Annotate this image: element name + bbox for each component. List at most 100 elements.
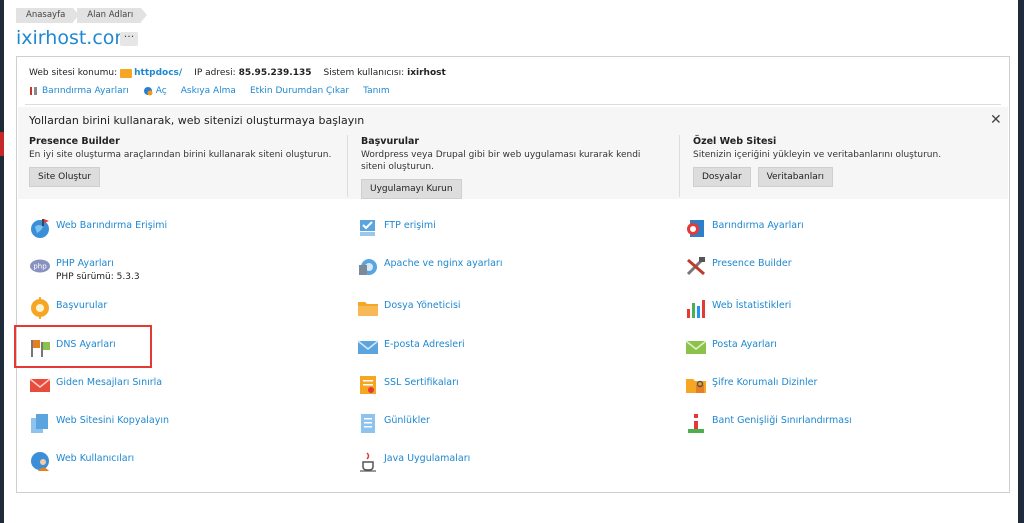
ftp-icon	[360, 220, 375, 236]
tools-icon	[686, 257, 705, 276]
domain-actions: Barındırma Ayarları Aç Askıya Alma Etkin…	[29, 86, 404, 96]
hosting-settings-label: Barındırma Ayarları	[42, 86, 129, 96]
logs-icon	[361, 414, 375, 433]
hosting-settings-icon	[687, 220, 704, 237]
tool-web-hosting-access[interactable]: Web Barındırma Erişimi	[29, 217, 167, 239]
install-app-button[interactable]: Uygulamayı Kurun	[361, 179, 462, 199]
location-link[interactable]: httpdocs/	[134, 68, 182, 78]
tool-label: Şifre Korumalı Dizinler	[712, 377, 818, 388]
applications-heading: Başvurular	[361, 136, 420, 147]
open-icon	[143, 87, 153, 96]
web-users-icon	[31, 452, 49, 471]
tool-applications[interactable]: Başvurular	[29, 297, 107, 319]
svg-text:php: php	[33, 263, 47, 271]
left-window-edge	[0, 0, 4, 523]
tool-outgoing-limit[interactable]: Giden Mesajları Sınırla	[29, 374, 162, 396]
tool-label: Bant Genişliği Sınırlandırması	[712, 415, 852, 426]
tool-mail-settings[interactable]: Posta Ayarları	[685, 336, 777, 358]
tool-label: Giden Mesajları Sınırla	[56, 377, 163, 388]
tool-hosting-settings[interactable]: Barındırma Ayarları	[685, 217, 804, 239]
folder-icon	[120, 68, 133, 78]
tool-email-addresses[interactable]: E-posta Adresleri	[357, 336, 465, 358]
dns-settings-highlight	[14, 325, 152, 368]
tool-label: Apache ve nginx ayarları	[384, 258, 503, 269]
globe-icon	[31, 219, 49, 238]
system-user-value: ixirhost	[407, 68, 446, 78]
breadcrumb-home[interactable]: Anasayfa	[16, 8, 80, 23]
applications-desc: Wordpress veya Drupal gibi bir web uygul…	[361, 150, 641, 172]
tool-php-settings[interactable]: php PHP Ayarları PHP sürümü: 5.3.3	[29, 255, 140, 282]
tool-label: PHP Ayarları	[56, 258, 114, 269]
presence-builder-column: Presence Builder En iyi site oluşturma a…	[29, 136, 339, 187]
tool-ssl-certificates[interactable]: SSL Sertifikaları	[357, 374, 459, 396]
locked-folder-icon	[686, 379, 706, 393]
open-label: Aç	[155, 86, 167, 96]
breadcrumb: Anasayfa Alan Adları	[16, 8, 148, 23]
tool-label: FTP erişimi	[384, 220, 436, 231]
tool-label: SSL Sertifikaları	[384, 377, 459, 388]
divider	[25, 104, 1001, 105]
column-divider	[347, 135, 348, 197]
files-button[interactable]: Dosyalar	[693, 167, 751, 187]
tool-label: Dosya Yöneticisi	[384, 300, 461, 311]
tool-label: Java Uygulamaları	[384, 453, 471, 464]
envelope-limit-icon	[29, 378, 51, 392]
apache-icon	[359, 259, 377, 275]
tool-label: Web Sitesini Kopyalayın	[56, 415, 170, 426]
tool-apache-nginx[interactable]: Apache ve nginx ayarları	[357, 255, 502, 277]
tool-ftp-access[interactable]: FTP erişimi	[357, 217, 436, 239]
applications-column: Başvurular Wordpress veya Drupal gibi bi…	[361, 136, 661, 199]
column-divider	[679, 135, 680, 197]
bandwidth-icon	[688, 414, 704, 433]
tool-label: Web Kullanıcıları	[56, 453, 135, 464]
tool-label: Web İstatistikleri	[712, 300, 792, 311]
tool-web-statistics[interactable]: Web İstatistikleri	[685, 297, 791, 319]
getting-started-title: Yollardan birini kullanarak, web siteniz…	[29, 114, 365, 127]
location-label: Web sitesi konumu:	[29, 68, 118, 78]
php-icon: php	[30, 259, 50, 273]
system-user-label: Sistem kullanıcısı:	[323, 68, 405, 78]
mail-settings-icon	[685, 340, 707, 354]
suspend-link[interactable]: Askıya Alma	[181, 86, 236, 96]
ip-value: 85.95.239.135	[238, 68, 312, 78]
tool-java-applications[interactable]: Java Uygulamaları	[357, 450, 470, 472]
custom-site-desc: Sitenizin içeriğini yükleyin ve veritaba…	[693, 150, 942, 160]
php-version: PHP sürümü: 5.3.3	[56, 272, 140, 282]
right-window-edge	[1018, 0, 1024, 523]
tool-password-protected-dirs[interactable]: Şifre Korumalı Dizinler	[685, 374, 817, 396]
gear-icon	[31, 297, 49, 319]
open-link[interactable]: Aç	[143, 86, 167, 96]
envelope-icon	[357, 340, 379, 354]
tool-web-users[interactable]: Web Kullanıcıları	[29, 450, 134, 472]
tool-label: E-posta Adresleri	[384, 339, 465, 350]
tool-label: Posta Ayarları	[712, 339, 777, 350]
tool-label: Presence Builder	[712, 258, 792, 269]
certificate-icon	[360, 376, 376, 394]
tool-copy-website[interactable]: Web Sitesini Kopyalayın	[29, 412, 169, 434]
create-site-button[interactable]: Site Oluştur	[29, 167, 101, 187]
deactivate-link[interactable]: Etkin Durumdan Çıkar	[250, 86, 349, 96]
tool-logs[interactable]: Günlükler	[357, 412, 430, 434]
more-options-button[interactable]: ···	[120, 31, 138, 46]
page-title: ixirhost.com	[16, 27, 133, 49]
java-icon	[360, 452, 376, 472]
custom-site-column: Özel Web Sitesi Sitenizin içeriğini yükl…	[693, 136, 993, 187]
presence-builder-desc: En iyi site oluşturma araçlarından birin…	[29, 150, 332, 160]
description-link[interactable]: Tanım	[363, 86, 390, 96]
wrench-icon	[30, 87, 37, 95]
tool-presence-builder[interactable]: Presence Builder	[685, 255, 792, 277]
tool-bandwidth-limit[interactable]: Bant Genişliği Sınırlandırması	[685, 412, 852, 434]
tool-file-manager[interactable]: Dosya Yöneticisi	[357, 297, 461, 319]
breadcrumb-domains[interactable]: Alan Adları	[77, 8, 148, 23]
tool-label: Günlükler	[384, 415, 430, 426]
ip-label: IP adresi:	[194, 68, 236, 78]
left-edge-accent	[0, 132, 4, 156]
copy-icon	[31, 414, 48, 433]
databases-button[interactable]: Veritabanları	[757, 167, 833, 187]
site-info: Web sitesi konumu: httpdocs/ IP adresi: …	[29, 68, 446, 78]
close-icon[interactable]: ✕	[990, 112, 1002, 128]
hosting-settings-link[interactable]: Barındırma Ayarları	[29, 86, 129, 96]
chart-icon	[687, 300, 705, 318]
tool-label: Barındırma Ayarları	[712, 220, 804, 231]
domain-panel: Web sitesi konumu: httpdocs/ IP adresi: …	[16, 56, 1010, 493]
